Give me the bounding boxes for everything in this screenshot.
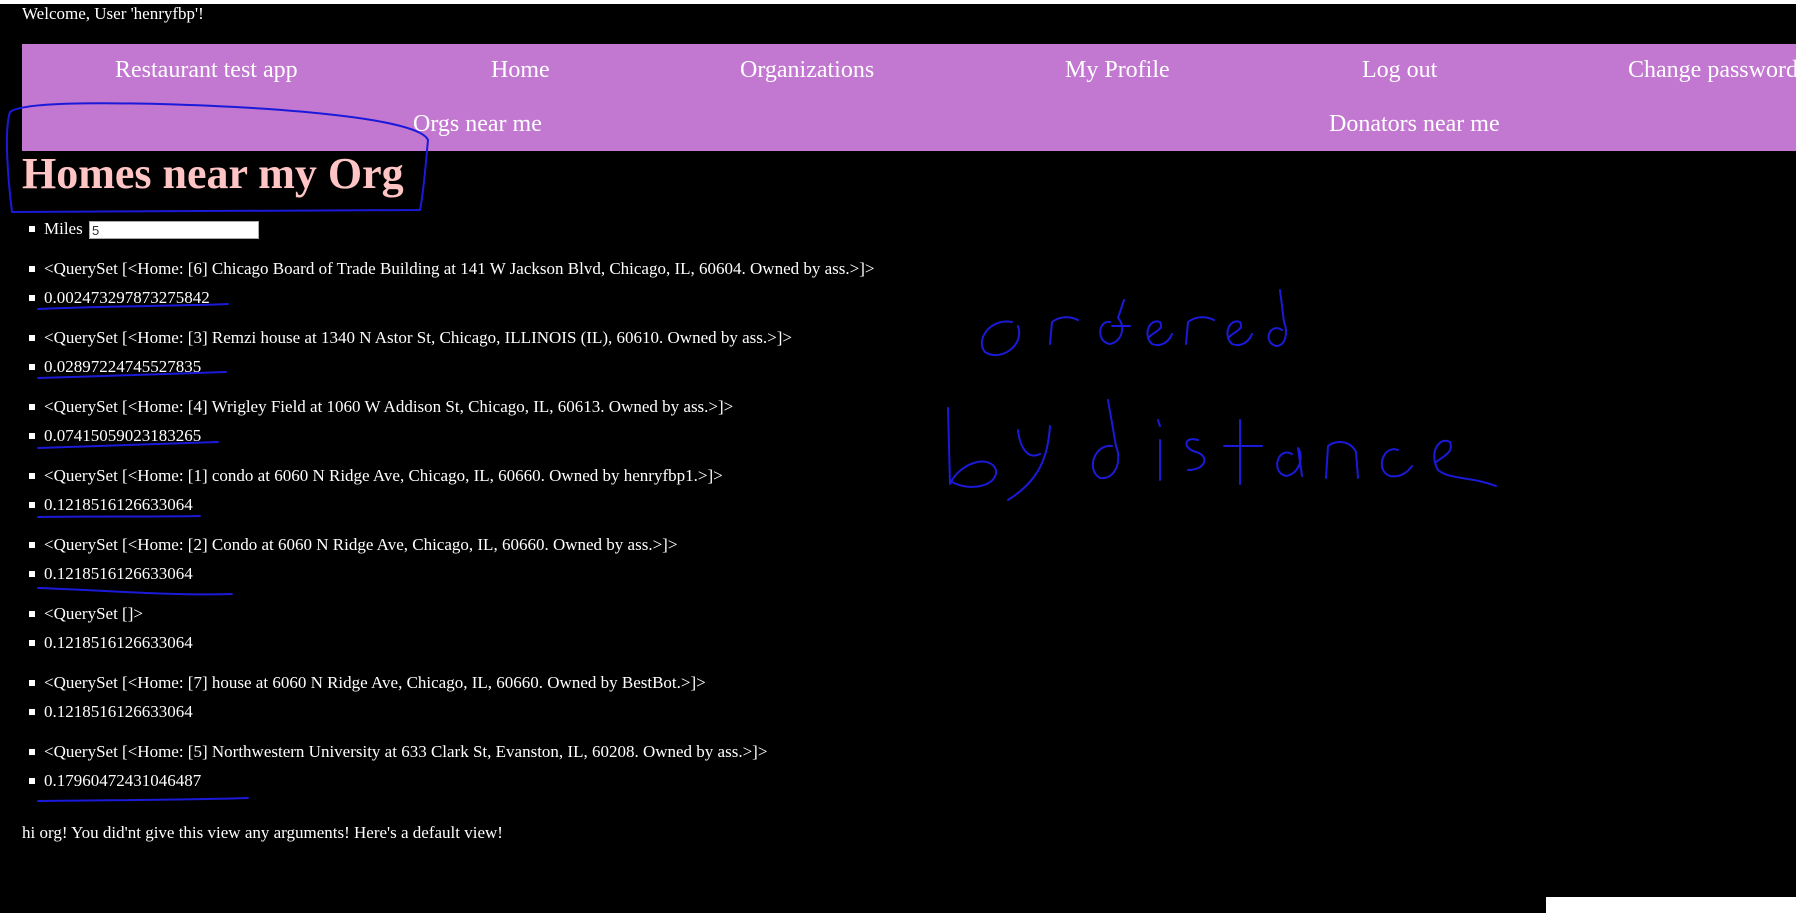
home-queryset-item: <QuerySet [<Home: [7] house at 6060 N Ri… — [22, 668, 922, 697]
miles-label: Miles — [44, 219, 83, 238]
miles-form-item: Miles 5 — [22, 214, 922, 243]
distance-item: 0.002473297873275842 — [22, 283, 922, 312]
distance-item: 0.07415059023183265 — [22, 421, 922, 450]
home-queryset-item: <QuerySet []> — [22, 599, 922, 628]
distance-underline — [37, 797, 249, 802]
nav-my-profile-link[interactable]: My Profile — [1065, 55, 1170, 85]
home-queryset-item: <QuerySet [<Home: [2] Condo at 6060 N Ri… — [22, 530, 922, 559]
nav-change-password-link[interactable]: Change password — [1628, 55, 1796, 85]
distance-item: 0.1218516126633064 — [22, 559, 922, 588]
window-top-edge — [0, 0, 1796, 4]
status-bar-corner — [1546, 897, 1796, 913]
handwriting-by-distance — [947, 399, 1497, 501]
nav-brand-link[interactable]: Restaurant test app — [115, 55, 298, 85]
home-queryset-item: <QuerySet [<Home: [6] Chicago Board of T… — [22, 254, 922, 283]
miles-input[interactable]: 5 — [88, 221, 259, 240]
main-nav: Restaurant test app Home Organizations M… — [22, 44, 1796, 151]
welcome-message: Welcome, User 'henryfbp'! — [22, 4, 204, 23]
home-queryset-item: <QuerySet [<Home: [1] condo at 6060 N Ri… — [22, 461, 922, 490]
distance-item: 0.02897224745527835 — [22, 352, 922, 381]
distance-item: 0.1218516126633064 — [22, 628, 922, 657]
home-queryset-item: <QuerySet [<Home: [4] Wrigley Field at 1… — [22, 392, 922, 421]
results-list: Miles 5 <QuerySet [<Home: [6] Chicago Bo… — [22, 214, 922, 795]
home-queryset-item: <QuerySet [<Home: [3] Remzi house at 134… — [22, 323, 922, 352]
distance-item: 0.1218516126633064 — [22, 490, 922, 519]
default-view-message: hi org! You did'nt give this view any ar… — [22, 823, 503, 842]
nav-donators-near-me-link[interactable]: Donators near me — [1329, 109, 1500, 139]
distance-item: 0.17960472431046487 — [22, 766, 922, 795]
nav-organizations-link[interactable]: Organizations — [740, 55, 874, 85]
handwriting-ordered — [980, 289, 1287, 357]
page-title: Homes near my Org — [22, 149, 404, 198]
nav-home-link[interactable]: Home — [491, 55, 550, 85]
nav-log-out-link[interactable]: Log out — [1362, 55, 1437, 85]
distance-item: 0.1218516126633064 — [22, 697, 922, 726]
nav-orgs-near-me-link[interactable]: Orgs near me — [413, 109, 542, 139]
home-queryset-item: <QuerySet [<Home: [5] Northwestern Unive… — [22, 737, 922, 766]
